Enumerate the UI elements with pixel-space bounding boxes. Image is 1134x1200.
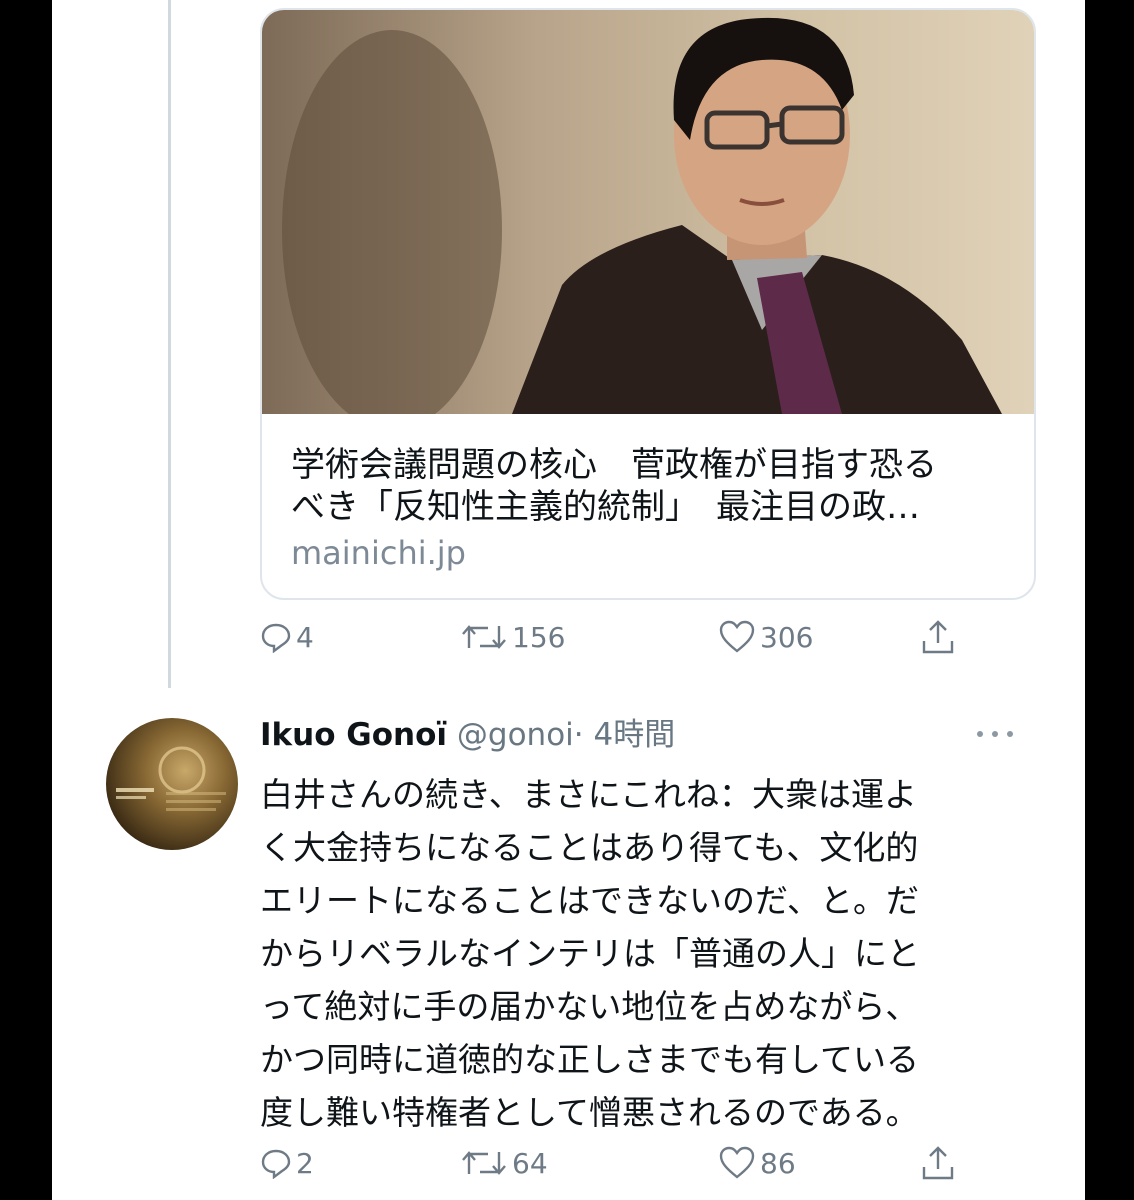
tweet-thread-screen: 学術会議問題の核心 菅政権が目指す恐る べき「反知性主義的統制」 最注目の政… … bbox=[52, 0, 1085, 1200]
tweet-text-line: 白井さんの続き、まさにこれね：大衆は運よ bbox=[260, 775, 918, 814]
tweet-text-line: 度し難い特権者として憎悪されるのである。 bbox=[260, 1093, 919, 1132]
tweet-text-line: からリベラルなインテリは「普通の人」にと bbox=[260, 934, 920, 973]
tweet-header: Ikuo Gonoï @gonoi· 4時間 bbox=[260, 712, 675, 758]
retweet-arrows-icon bbox=[462, 625, 506, 649]
share-button[interactable] bbox=[920, 612, 960, 662]
tweet-time[interactable]: · 4時間 bbox=[574, 717, 675, 753]
retweet-arrows-icon bbox=[462, 1151, 506, 1175]
like-count: 86 bbox=[760, 1146, 796, 1180]
heart-outline-icon bbox=[719, 1146, 755, 1179]
avatar[interactable] bbox=[106, 718, 238, 850]
share-upload-icon bbox=[922, 1146, 954, 1180]
reply-button[interactable]: 2 bbox=[260, 1138, 314, 1188]
card-title-line: 学術会議問題の核心 菅政権が目指す恐る bbox=[291, 445, 937, 485]
article-photo bbox=[262, 10, 1034, 414]
thread-connector-line bbox=[168, 0, 171, 688]
tweet-text-line: く大金持ちになることはあり得ても、文化的 bbox=[260, 828, 919, 867]
share-upload-icon bbox=[922, 620, 954, 654]
more-dots-icon[interactable] bbox=[970, 724, 1020, 744]
retweet-button[interactable]: 156 bbox=[460, 612, 565, 662]
retweet-count: 156 bbox=[512, 620, 566, 654]
speech-bubble-icon bbox=[261, 1149, 291, 1179]
author-handle[interactable]: @gonoi bbox=[457, 717, 574, 753]
like-button[interactable]: 306 bbox=[718, 612, 813, 662]
speech-bubble-icon bbox=[261, 623, 291, 653]
tweet-text: 白井さんの続き、まさにこれね：大衆は運よ く大金持ちになることはあり得ても、文化… bbox=[260, 768, 1030, 1139]
tweet-text-line: かつ同時に道徳的な正しさまでも有している bbox=[260, 1040, 920, 1079]
reply-count: 2 bbox=[296, 1146, 314, 1180]
tweet-text-line: エリートになることはできないのだ、と。だ bbox=[260, 881, 920, 920]
tweet-action-bar: 4 156 306 bbox=[260, 612, 960, 662]
retweet-button[interactable]: 64 bbox=[460, 1138, 548, 1188]
reply-button[interactable]: 4 bbox=[260, 612, 314, 662]
card-domain: mainichi.jp bbox=[291, 534, 466, 572]
retweet-count: 64 bbox=[512, 1146, 548, 1180]
share-button[interactable] bbox=[920, 1138, 960, 1188]
link-preview-card[interactable]: 学術会議問題の核心 菅政権が目指す恐る べき「反知性主義的統制」 最注目の政… … bbox=[260, 8, 1036, 600]
like-button[interactable]: 86 bbox=[718, 1138, 796, 1188]
tweet-action-bar: 2 64 86 bbox=[260, 1138, 960, 1188]
author-name[interactable]: Ikuo Gonoï bbox=[260, 717, 447, 753]
card-title-line: べき「反知性主義的統制」 最注目の政… bbox=[291, 487, 920, 527]
tweet-text-line: って絶対に手の届かない地位を占めながら、 bbox=[260, 987, 919, 1026]
card-title: 学術会議問題の核心 菅政権が目指す恐る べき「反知性主義的統制」 最注目の政… bbox=[291, 444, 1011, 528]
heart-outline-icon bbox=[719, 620, 755, 653]
reply-count: 4 bbox=[296, 620, 314, 654]
like-count: 306 bbox=[760, 620, 814, 654]
